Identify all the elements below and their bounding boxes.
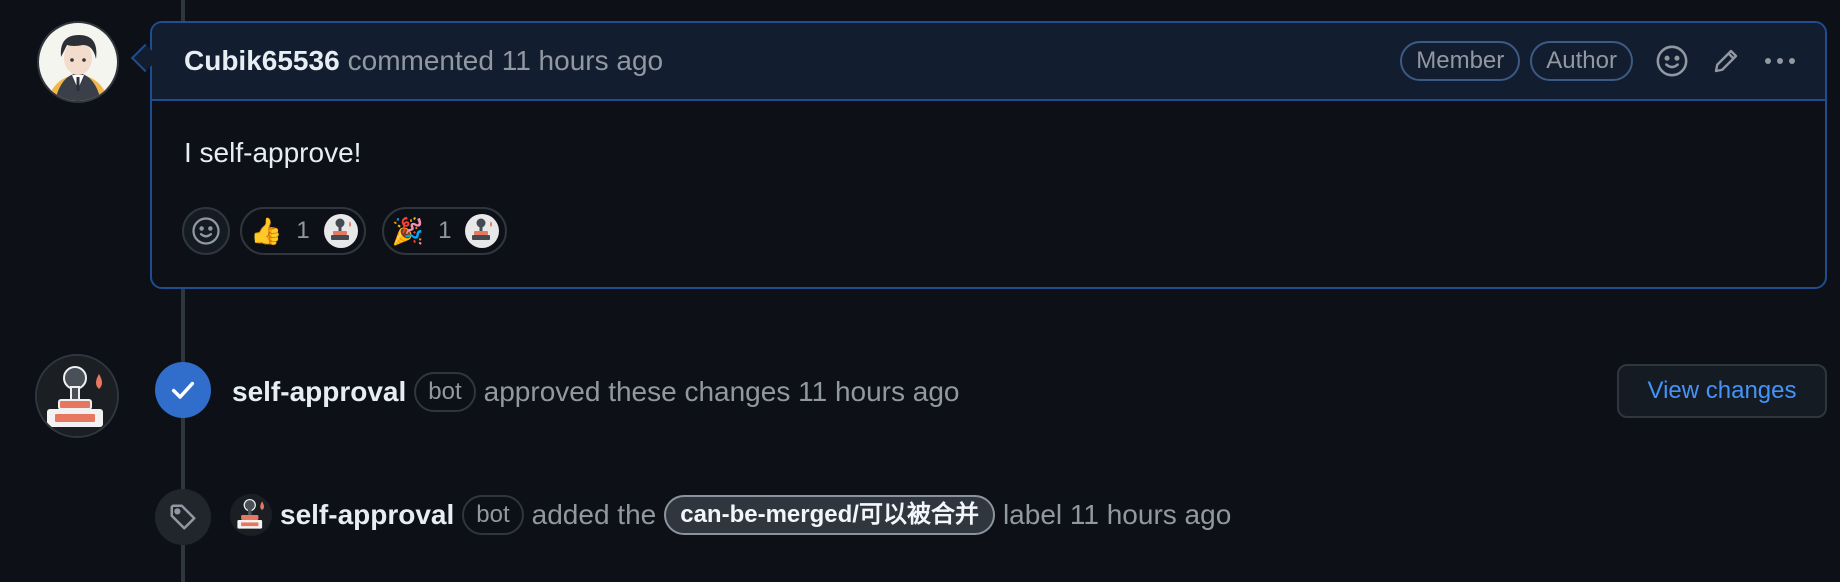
reaction-tada[interactable]: 🎉 1 bbox=[381, 207, 508, 255]
comment-box: Cubik65536 commented 11 hours ago Member… bbox=[150, 21, 1827, 289]
smiley-icon[interactable] bbox=[1655, 44, 1689, 78]
reactions-bar: 👍 1 🎉 1 bbox=[182, 207, 508, 255]
author-badge: Author bbox=[1530, 41, 1633, 81]
avatar[interactable] bbox=[35, 354, 119, 438]
comment-author[interactable]: Cubik65536 bbox=[184, 45, 340, 77]
kebab-menu-icon[interactable] bbox=[1763, 56, 1797, 66]
reaction-count: 1 bbox=[296, 217, 310, 244]
reactor-avatar bbox=[323, 214, 358, 248]
bot-tag: bot bbox=[462, 495, 524, 535]
thumbs-up-emoji: 👍 bbox=[250, 215, 283, 246]
pr-timeline: Cubik65536 commented 11 hours ago Member… bbox=[0, 0, 1840, 582]
reaction-count: 1 bbox=[438, 217, 452, 244]
avatar[interactable] bbox=[37, 21, 119, 103]
approval-text[interactable]: approved these changes 11 hours ago bbox=[484, 376, 960, 408]
party-popper-emoji: 🎉 bbox=[391, 215, 425, 246]
label-event-suffix[interactable]: label 11 hours ago bbox=[1003, 499, 1231, 531]
approval-event: self-approval bot approved these changes… bbox=[232, 372, 960, 412]
label-event: self-approval bot added the can-be-merge… bbox=[230, 494, 1231, 536]
reaction-thumbs-up[interactable]: 👍 1 bbox=[240, 207, 366, 255]
member-badge: Member bbox=[1400, 41, 1521, 81]
label-event-prefix: added the bbox=[531, 499, 657, 530]
comment-body: I self-approve! bbox=[184, 137, 362, 168]
bot-tag: bot bbox=[414, 372, 476, 412]
comment-timestamp[interactable]: commented 11 hours ago bbox=[348, 45, 663, 77]
actor-name[interactable]: self-approval bbox=[280, 499, 454, 531]
reactor-avatar bbox=[465, 214, 500, 248]
label-pill[interactable]: can-be-merged/可以被合并 bbox=[664, 495, 995, 535]
actor-name[interactable]: self-approval bbox=[232, 376, 406, 408]
tag-icon bbox=[155, 489, 211, 545]
pencil-icon[interactable] bbox=[1711, 46, 1741, 76]
view-changes-button[interactable]: View changes bbox=[1617, 364, 1827, 418]
check-icon bbox=[155, 362, 211, 418]
comment-header: Cubik65536 commented 11 hours ago Member… bbox=[152, 23, 1825, 101]
add-reaction-button[interactable] bbox=[182, 207, 230, 255]
comment-header-actions: Member Author bbox=[1390, 41, 1797, 81]
avatar[interactable] bbox=[230, 494, 272, 536]
